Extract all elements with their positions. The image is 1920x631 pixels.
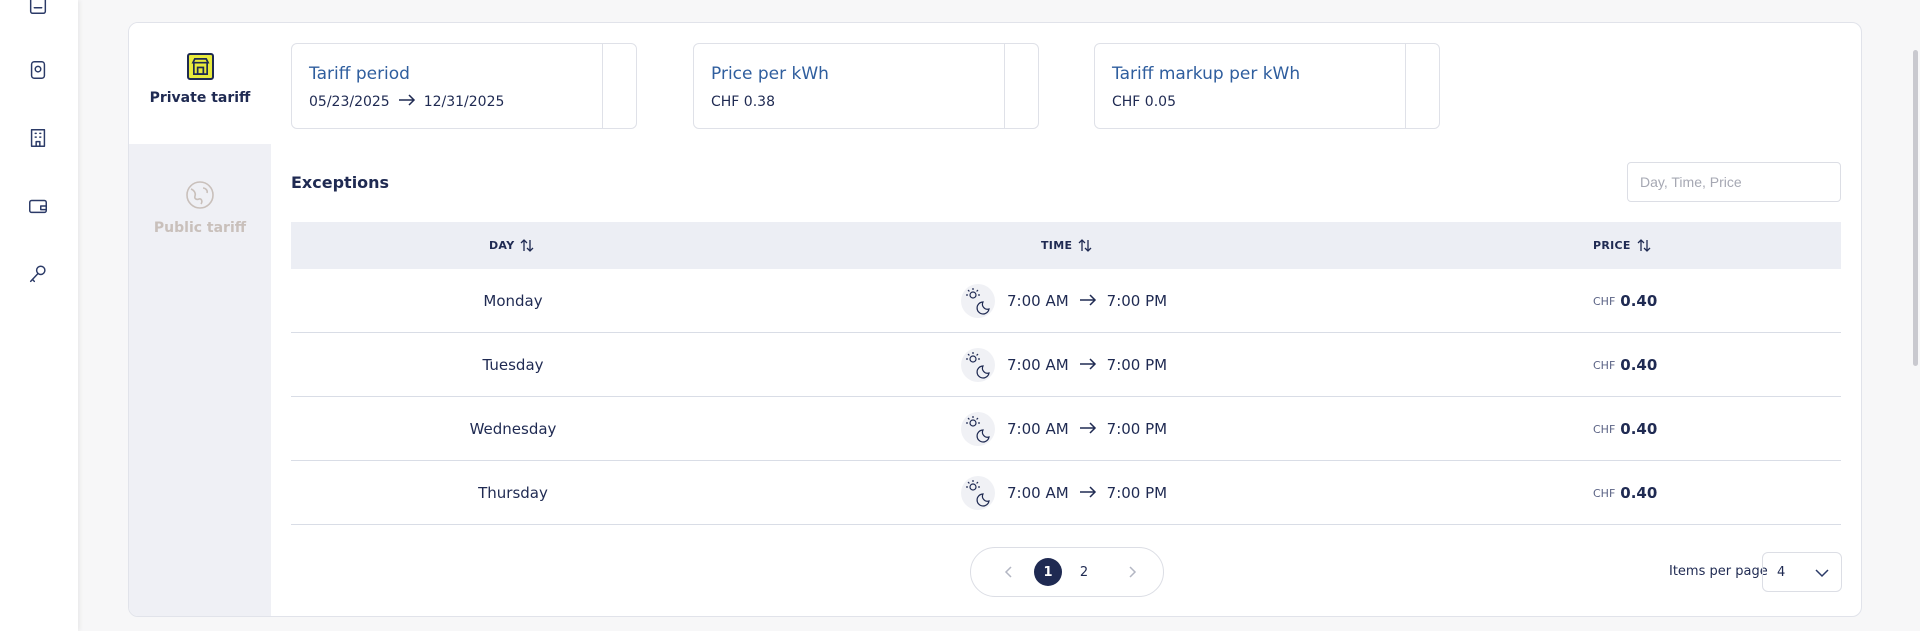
tab-public-tariff[interactable]: Public tariff [129,144,271,274]
day-cell: Thursday [478,484,548,502]
box-divider [1004,44,1005,128]
page-button[interactable]: 2 [1070,558,1098,586]
day-cell: Tuesday [482,356,544,374]
scrollbar-thumb[interactable] [1913,50,1918,366]
key-icon[interactable] [25,261,51,287]
price-cell: CHF 0.40 [1593,397,1657,461]
price-value: 0.40 [1620,484,1658,502]
arrow-right-icon [1079,420,1097,438]
chevron-right-icon [1129,566,1137,578]
price-currency: CHF [1593,422,1616,436]
price-per-kwh-value: CHF 0.38 [711,94,775,110]
day-cell: Monday [483,292,543,310]
tariff-markup-box: Tariff markup per kWh CHF 0.05 [1094,43,1440,129]
price-value: 0.40 [1620,420,1658,438]
tariff-period-box: Tariff period 05/23/2025 12/31/2025 [291,43,637,129]
price-cell: CHF 0.40 [1593,269,1657,333]
day-night-icon [961,412,995,446]
day-night-icon [961,284,995,318]
tariff-period-range: 05/23/2025 12/31/2025 [309,94,504,110]
time-to: 7:00 PM [1106,484,1168,502]
page-scrollbar[interactable] [1908,0,1920,631]
price-value: 0.40 [1620,292,1658,310]
table-row[interactable]: Wednesday 7:00 AM 7:00 PM CHF 0.40 [291,397,1841,461]
items-per-page-value: 4 [1777,564,1786,580]
time-cell: 7:00 AM 7:00 PM [961,269,1167,333]
building-icon[interactable] [25,125,51,151]
time-to: 7:00 PM [1106,420,1168,438]
items-per-page-label: Items per page [1669,564,1768,579]
day-night-icon [961,476,995,510]
price-cell: CHF 0.40 [1593,461,1657,525]
sort-icon [1637,239,1651,252]
tab-label: Public tariff [153,220,247,236]
left-nav-rail [0,0,78,631]
tariff-markup-title: Tariff markup per kWh [1112,64,1301,84]
time-from: 7:00 AM [1007,484,1069,502]
next-page-button[interactable] [1121,561,1143,583]
time-from: 7:00 AM [1007,356,1069,374]
document-icon[interactable] [25,0,51,18]
tariff-markup-value: CHF 0.05 [1112,94,1176,110]
box-divider [602,44,603,128]
time-to: 7:00 PM [1106,356,1168,374]
table-header: DAY TIME PRICE [291,222,1841,269]
column-header-label: DAY [489,239,515,252]
tab-private-tariff[interactable]: Private tariff [129,23,271,144]
sort-icon [1078,239,1092,252]
exceptions-table: DAY TIME PRICE Monday 7:00 AM 7:00 PM CH… [291,222,1841,525]
day-night-icon [961,348,995,382]
price-currency: CHF [1593,358,1616,372]
time-cell: 7:00 AM 7:00 PM [961,333,1167,397]
price-cell: CHF 0.40 [1593,333,1657,397]
price-currency: CHF [1593,486,1616,500]
time-cell: 7:00 AM 7:00 PM [961,461,1167,525]
time-to: 7:00 PM [1106,292,1168,310]
chevron-left-icon [1004,566,1012,578]
time-from: 7:00 AM [1007,420,1069,438]
column-header-price[interactable]: PRICE [1593,239,1651,252]
column-header-label: PRICE [1593,239,1631,252]
shop-icon [186,53,214,80]
period-start: 05/23/2025 [309,94,390,110]
time-from: 7:00 AM [1007,292,1069,310]
table-row[interactable]: Monday 7:00 AM 7:00 PM CHF 0.40 [291,269,1841,333]
arrow-right-icon [1079,484,1097,502]
chevron-down-icon [1815,569,1829,578]
price-per-kwh-box: Price per kWh CHF 0.38 [693,43,1039,129]
tariff-card: Private tariff Public tariff Tariff peri… [128,22,1862,617]
wallet-icon[interactable] [25,193,51,219]
price-per-kwh-title: Price per kWh [711,64,829,84]
exceptions-search-input[interactable] [1627,162,1841,202]
day-cell: Wednesday [469,420,557,438]
arrow-right-icon [1079,356,1097,374]
items-per-page-select[interactable]: 4 [1762,552,1842,592]
pagination: 1 2 [970,547,1164,597]
globe-icon [185,180,215,210]
previous-page-button[interactable] [998,561,1020,583]
arrow-right-icon [398,94,416,110]
tab-label: Private tariff [149,90,251,106]
exceptions-title: Exceptions [291,173,390,192]
badge-icon[interactable] [25,57,51,83]
tariff-type-tabs: Private tariff Public tariff [129,23,271,616]
column-header-day[interactable]: DAY [489,239,534,252]
page-button-current[interactable]: 1 [1034,558,1062,586]
price-currency: CHF [1593,294,1616,308]
arrow-right-icon [1079,292,1097,310]
period-end: 12/31/2025 [423,94,505,110]
price-value: 0.40 [1620,356,1658,374]
table-row[interactable]: Tuesday 7:00 AM 7:00 PM CHF 0.40 [291,333,1841,397]
tariff-period-title: Tariff period [309,64,410,84]
column-header-label: TIME [1041,239,1073,252]
time-cell: 7:00 AM 7:00 PM [961,397,1167,461]
column-header-time[interactable]: TIME [1041,239,1092,252]
box-divider [1405,44,1406,128]
sort-icon [521,239,534,252]
table-row[interactable]: Thursday 7:00 AM 7:00 PM CHF 0.40 [291,461,1841,525]
